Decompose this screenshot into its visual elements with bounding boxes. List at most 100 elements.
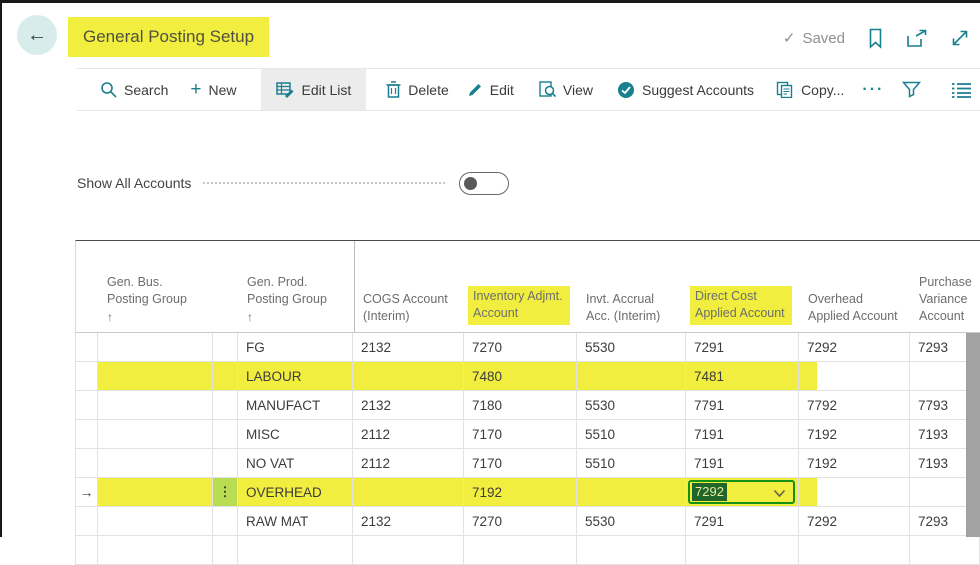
open-in-window-icon[interactable] [906,29,928,48]
cell-overhead[interactable] [799,478,910,507]
cell-gen-prod[interactable]: OVERHEAD [238,478,353,507]
back-button[interactable]: ← [17,15,57,55]
cell-invt-accrual[interactable]: 5530 [577,391,686,420]
row-selector-cell[interactable] [75,507,98,536]
vertical-scrollbar[interactable] [966,333,980,537]
edit-button[interactable]: Edit [467,69,514,110]
row-menu-cell[interactable] [213,362,238,391]
column-header-inventory-adjmt[interactable]: Inventory Adjmt. Account [465,241,578,332]
show-all-accounts-toggle[interactable] [459,172,509,195]
row-menu-cell[interactable] [213,507,238,536]
cell-inv-adjmt[interactable]: 7180 [464,391,577,420]
row-menu-button[interactable]: ⋮ [213,478,238,507]
cell-gen-prod[interactable]: MISC [238,420,353,449]
list-options-icon[interactable] [951,82,972,98]
view-button[interactable]: View [539,69,593,110]
cell-cogs[interactable] [353,478,464,507]
cell-overhead[interactable]: 7292 [799,507,910,536]
expand-resize-icon[interactable] [950,28,970,48]
cell-overhead[interactable] [799,536,910,565]
row-menu-cell[interactable] [213,333,238,362]
row-menu-cell[interactable] [213,391,238,420]
bookmark-icon[interactable] [867,28,884,49]
new-button[interactable]: + New [190,69,236,110]
cell-inv-adjmt[interactable] [464,536,577,565]
row-selector-cell[interactable] [75,449,98,478]
column-header-gen-bus[interactable]: Gen. Bus. Posting Group ↑ [99,241,214,332]
cell-direct-cost-editing[interactable]: 7292 [686,478,799,507]
cell-inv-adjmt[interactable]: 7170 [464,420,577,449]
delete-button[interactable]: Delete [386,69,448,110]
cell-gen-bus[interactable] [98,362,213,391]
column-header-purchase-variance[interactable]: Purchase Variance Account [911,241,980,332]
column-header-invt-accrual[interactable]: Invt. Accrual Acc. (Interim) [578,241,687,332]
cell-invt-accrual[interactable] [577,536,686,565]
column-header-cogs-interim[interactable]: COGS Account (Interim) [354,241,465,332]
row-selector-cell[interactable] [75,420,98,449]
row-selector-cell[interactable] [75,333,98,362]
row-menu-cell[interactable] [213,449,238,478]
cell-overhead[interactable] [799,362,910,391]
cell-cogs[interactable] [353,536,464,565]
cell-overhead[interactable]: 7192 [799,449,910,478]
cell-cogs[interactable]: 2112 [353,449,464,478]
cell-cogs[interactable]: 2132 [353,507,464,536]
cell-inv-adjmt[interactable]: 7270 [464,507,577,536]
search-button[interactable]: Search [100,69,168,110]
cell-inv-adjmt[interactable]: 7192 [464,478,577,507]
cell-gen-prod[interactable]: RAW MAT [238,507,353,536]
cell-purchase-var[interactable] [910,536,980,565]
cell-gen-bus[interactable] [98,536,213,565]
row-menu-cell[interactable] [213,420,238,449]
column-header-direct-cost[interactable]: Direct Cost Applied Account [687,241,800,332]
cell-inv-adjmt[interactable]: 7480 [464,362,577,391]
cell-direct-cost[interactable]: 7191 [686,420,799,449]
cell-invt-accrual[interactable]: 5510 [577,449,686,478]
cell-direct-cost[interactable]: 7791 [686,391,799,420]
cell-cogs[interactable]: 2132 [353,333,464,362]
edit-list-button[interactable]: Edit List [261,69,366,110]
cell-gen-prod[interactable]: FG [238,333,353,362]
cell-cogs[interactable]: 2132 [353,391,464,420]
cell-direct-cost[interactable]: 7291 [686,507,799,536]
cell-gen-bus[interactable] [98,391,213,420]
suggest-accounts-button[interactable]: Suggest Accounts [617,69,754,110]
copy-button[interactable]: Copy... [776,69,844,110]
cell-overhead[interactable]: 7192 [799,420,910,449]
cell-gen-prod[interactable]: NO VAT [238,449,353,478]
cell-gen-bus[interactable] [98,333,213,362]
cell-invt-accrual[interactable]: 5530 [577,333,686,362]
cell-overhead[interactable]: 7292 [799,333,910,362]
cell-gen-prod[interactable]: LABOUR [238,362,353,391]
sort-ascending-icon: ↑ [247,309,346,325]
row-menu-cell[interactable] [213,536,238,565]
cell-invt-accrual[interactable]: 5510 [577,420,686,449]
column-header-gen-prod[interactable]: Gen. Prod. Posting Group ↑ [239,241,354,332]
cell-direct-cost[interactable]: 7481 [686,362,799,391]
cell-gen-bus[interactable] [98,449,213,478]
column-header-overhead-applied[interactable]: Overhead Applied Account [800,241,911,332]
filter-icon[interactable] [902,81,921,98]
cell-direct-cost[interactable]: 7291 [686,333,799,362]
cell-cogs[interactable] [353,362,464,391]
row-selector-cell[interactable] [75,536,98,565]
cell-invt-accrual[interactable]: 5530 [577,507,686,536]
cell-inv-adjmt[interactable]: 7270 [464,333,577,362]
more-actions-button[interactable]: ··· [862,69,884,110]
cell-gen-prod[interactable]: MANUFACT [238,391,353,420]
cell-gen-bus[interactable] [98,507,213,536]
cell-invt-accrual[interactable] [577,478,686,507]
row-selector-cell[interactable]: → [75,478,98,507]
cell-direct-cost[interactable] [686,536,799,565]
cell-invt-accrual[interactable] [577,362,686,391]
cell-cogs[interactable]: 2112 [353,420,464,449]
cell-gen-bus[interactable] [98,420,213,449]
account-combobox[interactable]: 7292 [688,480,795,504]
cell-gen-bus[interactable] [98,478,213,507]
cell-overhead[interactable]: 7792 [799,391,910,420]
row-selector-cell[interactable] [75,362,98,391]
cell-inv-adjmt[interactable]: 7170 [464,449,577,478]
cell-direct-cost[interactable]: 7191 [686,449,799,478]
cell-gen-prod[interactable] [238,536,353,565]
row-selector-cell[interactable] [75,391,98,420]
